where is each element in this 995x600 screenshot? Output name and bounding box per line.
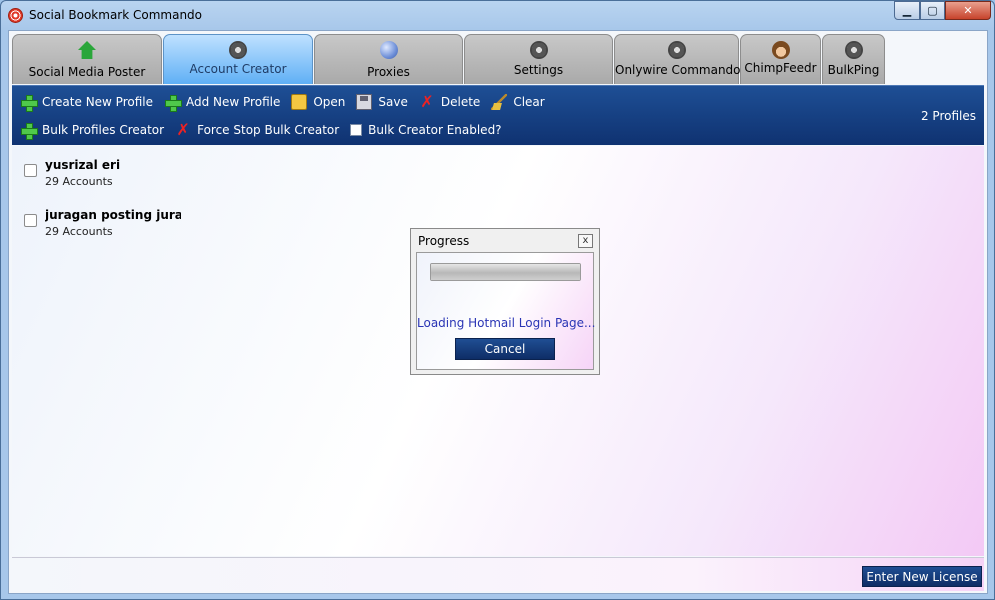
create-new-profile-button[interactable]: Create New Profile bbox=[20, 94, 153, 112]
window-title: Social Bookmark Commando bbox=[29, 8, 203, 22]
tab-label: Onlywire Commando bbox=[615, 63, 741, 77]
tab-label: Settings bbox=[513, 63, 564, 77]
delete-button[interactable]: ✗ Delete bbox=[419, 94, 480, 110]
tab-account-creator[interactable]: Account Creator bbox=[163, 34, 313, 84]
toolbar-row-2: Bulk Profiles Creator ✗ Force Stop Bulk … bbox=[20, 122, 513, 140]
clear-button[interactable]: Clear bbox=[491, 94, 545, 110]
profile-account-count: 29 Accounts bbox=[45, 225, 113, 238]
broom-icon bbox=[491, 94, 508, 110]
tab-label: ChimpFeedr bbox=[744, 61, 817, 75]
tab-proxies[interactable]: Proxies bbox=[314, 34, 463, 84]
dialog-body: Loading Hotmail Login Page... Cancel bbox=[416, 252, 596, 370]
tab-label: BulkPing bbox=[827, 63, 880, 77]
tab-bulkping[interactable]: BulkPing bbox=[822, 34, 885, 84]
tab-chimpfeedr[interactable]: ChimpFeedr bbox=[740, 34, 821, 84]
plus-icon bbox=[20, 94, 38, 112]
button-label: Force Stop Bulk Creator bbox=[197, 123, 340, 137]
button-label: Open bbox=[313, 95, 346, 109]
enter-new-license-button[interactable]: Enter New License bbox=[862, 566, 982, 587]
progress-dialog: Progress x Loading Hotmail Login Page...… bbox=[410, 228, 600, 375]
tab-social-media-poster[interactable]: Social Media Poster bbox=[12, 34, 162, 84]
home-icon bbox=[78, 41, 96, 59]
profile-checkbox[interactable] bbox=[24, 214, 37, 227]
maximize-button[interactable]: ▢ bbox=[920, 1, 945, 20]
cancel-button[interactable]: Cancel bbox=[455, 338, 555, 360]
bulk-creator-enabled-checkbox[interactable]: Bulk Creator Enabled? bbox=[350, 123, 502, 137]
close-button[interactable]: ✕ bbox=[945, 1, 991, 20]
progress-status-text: Loading Hotmail Login Page... bbox=[417, 316, 596, 330]
profile-count: 2 Profiles bbox=[920, 109, 976, 123]
title-bar[interactable]: Social Bookmark Commando ▁ ▢ ✕ bbox=[1, 1, 994, 29]
open-button[interactable]: Open bbox=[291, 94, 345, 110]
gear-icon bbox=[667, 41, 686, 59]
gear-icon bbox=[529, 41, 548, 59]
checkbox-box[interactable] bbox=[350, 124, 363, 136]
app-window: Social Bookmark Commando ▁ ▢ ✕ Social Me… bbox=[0, 0, 995, 600]
profile-checkbox[interactable] bbox=[24, 164, 37, 177]
window-controls: ▁ ▢ ✕ bbox=[894, 1, 991, 21]
folder-icon bbox=[291, 94, 308, 110]
tab-onlywire-commando[interactable]: Onlywire Commando bbox=[614, 34, 741, 84]
floppy-disk-icon bbox=[356, 94, 373, 110]
profile-account-count: 29 Accounts bbox=[45, 175, 113, 188]
button-label: Delete bbox=[440, 95, 481, 109]
force-stop-bulk-creator-button[interactable]: ✗ Force Stop Bulk Creator bbox=[175, 122, 339, 138]
plus-icon bbox=[20, 122, 38, 140]
tab-settings[interactable]: Settings bbox=[464, 34, 613, 84]
profile-name: yusrizal eri bbox=[45, 158, 121, 172]
delete-x-icon: ✗ bbox=[420, 92, 434, 111]
gear-icon bbox=[229, 41, 247, 59]
add-new-profile-button[interactable]: Add New Profile bbox=[164, 94, 281, 112]
stop-x-icon: ✗ bbox=[176, 120, 190, 139]
save-button[interactable]: Save bbox=[356, 94, 408, 110]
toolbar-row-1: Create New Profile Add New Profile Open … bbox=[20, 94, 556, 112]
button-label: Clear bbox=[513, 95, 545, 109]
tab-label: Account Creator bbox=[189, 62, 287, 76]
button-label: Create New Profile bbox=[42, 95, 153, 109]
progress-fill bbox=[431, 264, 580, 280]
bulk-profiles-creator-button[interactable]: Bulk Profiles Creator bbox=[20, 122, 165, 140]
tab-label: Proxies bbox=[367, 65, 410, 79]
app-logo-icon bbox=[8, 8, 23, 23]
minimize-button[interactable]: ▁ bbox=[894, 1, 920, 20]
globe-icon bbox=[379, 41, 398, 59]
chimp-icon bbox=[771, 41, 790, 59]
button-label: Save bbox=[378, 95, 408, 109]
tab-strip: Social Media Poster Account Creator Prox… bbox=[12, 34, 885, 84]
button-label: Add New Profile bbox=[186, 95, 281, 109]
profile-name: juragan posting juragan bbox=[45, 208, 181, 222]
dialog-title: Progress bbox=[418, 234, 470, 248]
tab-label: Social Media Poster bbox=[28, 65, 146, 79]
checkbox-label: Bulk Creator Enabled? bbox=[368, 123, 502, 137]
footer-bar: Enter New License bbox=[12, 557, 984, 591]
gear-icon bbox=[844, 41, 863, 59]
progress-bar bbox=[430, 263, 581, 281]
plus-icon bbox=[164, 94, 182, 112]
dialog-close-button[interactable]: x bbox=[578, 234, 593, 248]
profile-toolbar: Create New Profile Add New Profile Open … bbox=[12, 85, 984, 145]
button-label: Bulk Profiles Creator bbox=[42, 123, 165, 137]
